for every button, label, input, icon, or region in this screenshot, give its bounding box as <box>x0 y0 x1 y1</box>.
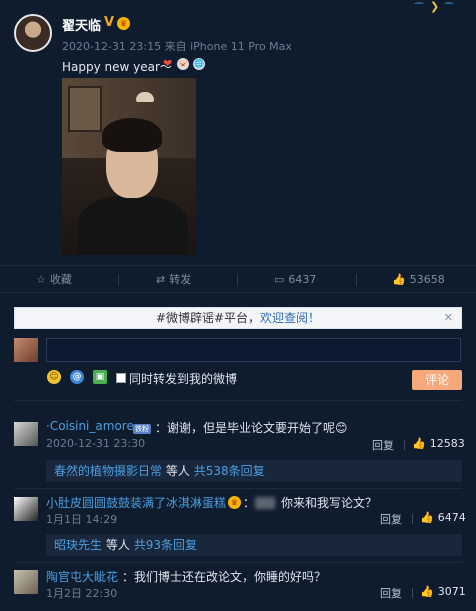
action-bar: ☆ 收藏 ⇄ 转发 ▭ 6437 👍 53658 <box>0 265 476 293</box>
reply-summary-user[interactable]: 春然的植物摄影日常 <box>54 464 162 478</box>
my-avatar[interactable] <box>14 338 38 362</box>
comment-username[interactable]: ·Coisini_amore <box>46 419 134 433</box>
heart-emoji-icon: ❤ <box>163 57 173 70</box>
reply-like-divider <box>412 514 413 524</box>
reply-summary-count[interactable]: 共93条回复 <box>134 538 197 552</box>
comment-text: ：谢谢，但是毕业论文要开始了呢😊 <box>155 421 348 435</box>
action-divider <box>118 274 119 286</box>
comment-username[interactable]: 陶官屯大眦花 <box>46 568 118 585</box>
comment-text-prefix: ： <box>243 496 256 510</box>
comment-like-count: 6474 <box>437 511 466 524</box>
reply-summary-count[interactable]: 共538条回复 <box>194 464 265 478</box>
comment-username[interactable]: 小肚皮圆圆鼓鼓装满了冰淇淋蛋糕 <box>46 494 226 511</box>
repost-button[interactable]: ⇄ 转发 <box>156 266 191 294</box>
reply-link[interactable]: 回复 <box>380 511 402 527</box>
vip-crown-icon: ♛ <box>117 17 130 30</box>
favorite-button[interactable]: ☆ 收藏 <box>36 266 72 294</box>
star-icon: ☆ <box>36 273 46 286</box>
repost-label: 转发 <box>169 273 192 286</box>
comment-avatar[interactable] <box>14 497 38 521</box>
action-divider <box>237 274 238 286</box>
comment-text: ：我们博士还在改论文，你睡的好吗？ <box>122 570 327 584</box>
image-icon[interactable]: ▣ <box>93 370 107 384</box>
favorite-label: 收藏 <box>49 273 72 286</box>
thumbs-up-icon: 👍 <box>420 511 434 524</box>
post-text: Happy new year～ <box>62 60 172 74</box>
verified-v-icon: V <box>104 15 115 30</box>
notice-link[interactable]: 欢迎查阅！ <box>260 311 320 325</box>
comment-count: 6437 <box>288 273 317 286</box>
comment-like-button[interactable]: 👍 3071 <box>420 585 466 598</box>
comment-divider <box>14 400 462 401</box>
top-decoration: ❯ <box>414 0 464 13</box>
author-name[interactable]: 翟天临 <box>62 15 101 34</box>
comment-like-button[interactable]: 👍 6474 <box>420 511 466 524</box>
reply-like-divider <box>412 588 413 598</box>
globe-emoji-icon: 🌐 <box>193 58 205 70</box>
repost-checkbox-label: 同时转发到我的微博 <box>129 372 238 386</box>
photo-window <box>68 86 102 132</box>
repost-checkbox[interactable] <box>116 373 126 383</box>
comment-button[interactable]: ▭ 6437 <box>274 266 316 294</box>
reply-summary-user[interactable]: 昭玦先生 <box>54 538 102 552</box>
author-avatar[interactable] <box>14 14 52 52</box>
collapse-chevron-icon[interactable]: ❯ <box>430 0 440 13</box>
comment-divider <box>14 562 462 563</box>
smile-icon[interactable]: ☺ <box>47 370 61 384</box>
comment-time: 1月2日 22:30 <box>46 587 118 600</box>
post-photo[interactable] <box>62 78 196 255</box>
thumbs-up-icon: 👍 <box>412 437 426 450</box>
like-count: 53658 <box>409 273 445 286</box>
reply-link[interactable]: 回复 <box>380 585 402 601</box>
comment-avatar[interactable] <box>14 570 38 594</box>
reply-like-divider <box>404 440 405 450</box>
comment-text: 你来和我写论文？ <box>281 496 378 510</box>
thumbs-up-icon: 👍 <box>392 273 406 286</box>
reply-summary[interactable]: 昭玦先生 等人 共93条回复 <box>46 534 462 556</box>
photo-lamp <box>136 92 154 102</box>
action-divider <box>356 274 357 286</box>
comment-icon: ▭ <box>274 273 285 286</box>
like-button[interactable]: 👍 53658 <box>392 266 445 294</box>
comment-time: 2020-12-31 23:30 <box>46 437 146 450</box>
comment-time: 1月1日 14:29 <box>46 513 118 526</box>
thumbs-up-icon: 👍 <box>420 585 434 598</box>
repost-icon: ⇄ <box>156 273 166 286</box>
blurred-mention <box>255 497 275 509</box>
comment-like-count: 12583 <box>429 437 465 450</box>
close-icon[interactable]: ✕ <box>444 308 453 328</box>
vip-crown-icon: ♛ <box>228 496 241 509</box>
post-meta: 2020-12-31 23:15 来自 iPhone 11 Pro Max <box>62 40 292 53</box>
comment-input[interactable] <box>46 338 461 362</box>
reply-summary-middle: 等人 <box>165 464 190 478</box>
pig-emoji-icon: 🐷 <box>177 58 189 70</box>
reply-summary-middle: 等人 <box>105 538 130 552</box>
comment-like-count: 3071 <box>437 585 466 598</box>
rumor-notice-banner: #微博辟谣#平台，欢迎查阅！ ✕ <box>14 307 462 329</box>
notice-text: #微博辟谣#平台， <box>155 311 261 325</box>
photo-body <box>78 196 188 255</box>
fan-badge: 铁粉 <box>133 424 151 434</box>
photo-hair <box>102 118 162 152</box>
comment-avatar[interactable] <box>14 422 38 446</box>
at-icon[interactable]: @ <box>70 370 84 384</box>
submit-comment-button[interactable]: 评论 <box>412 370 462 390</box>
comment-like-button[interactable]: 👍 12583 <box>412 437 465 450</box>
reply-summary[interactable]: 春然的植物摄影日常 等人 共538条回复 <box>46 460 462 482</box>
comment-divider <box>14 488 462 489</box>
reply-link[interactable]: 回复 <box>372 437 394 453</box>
